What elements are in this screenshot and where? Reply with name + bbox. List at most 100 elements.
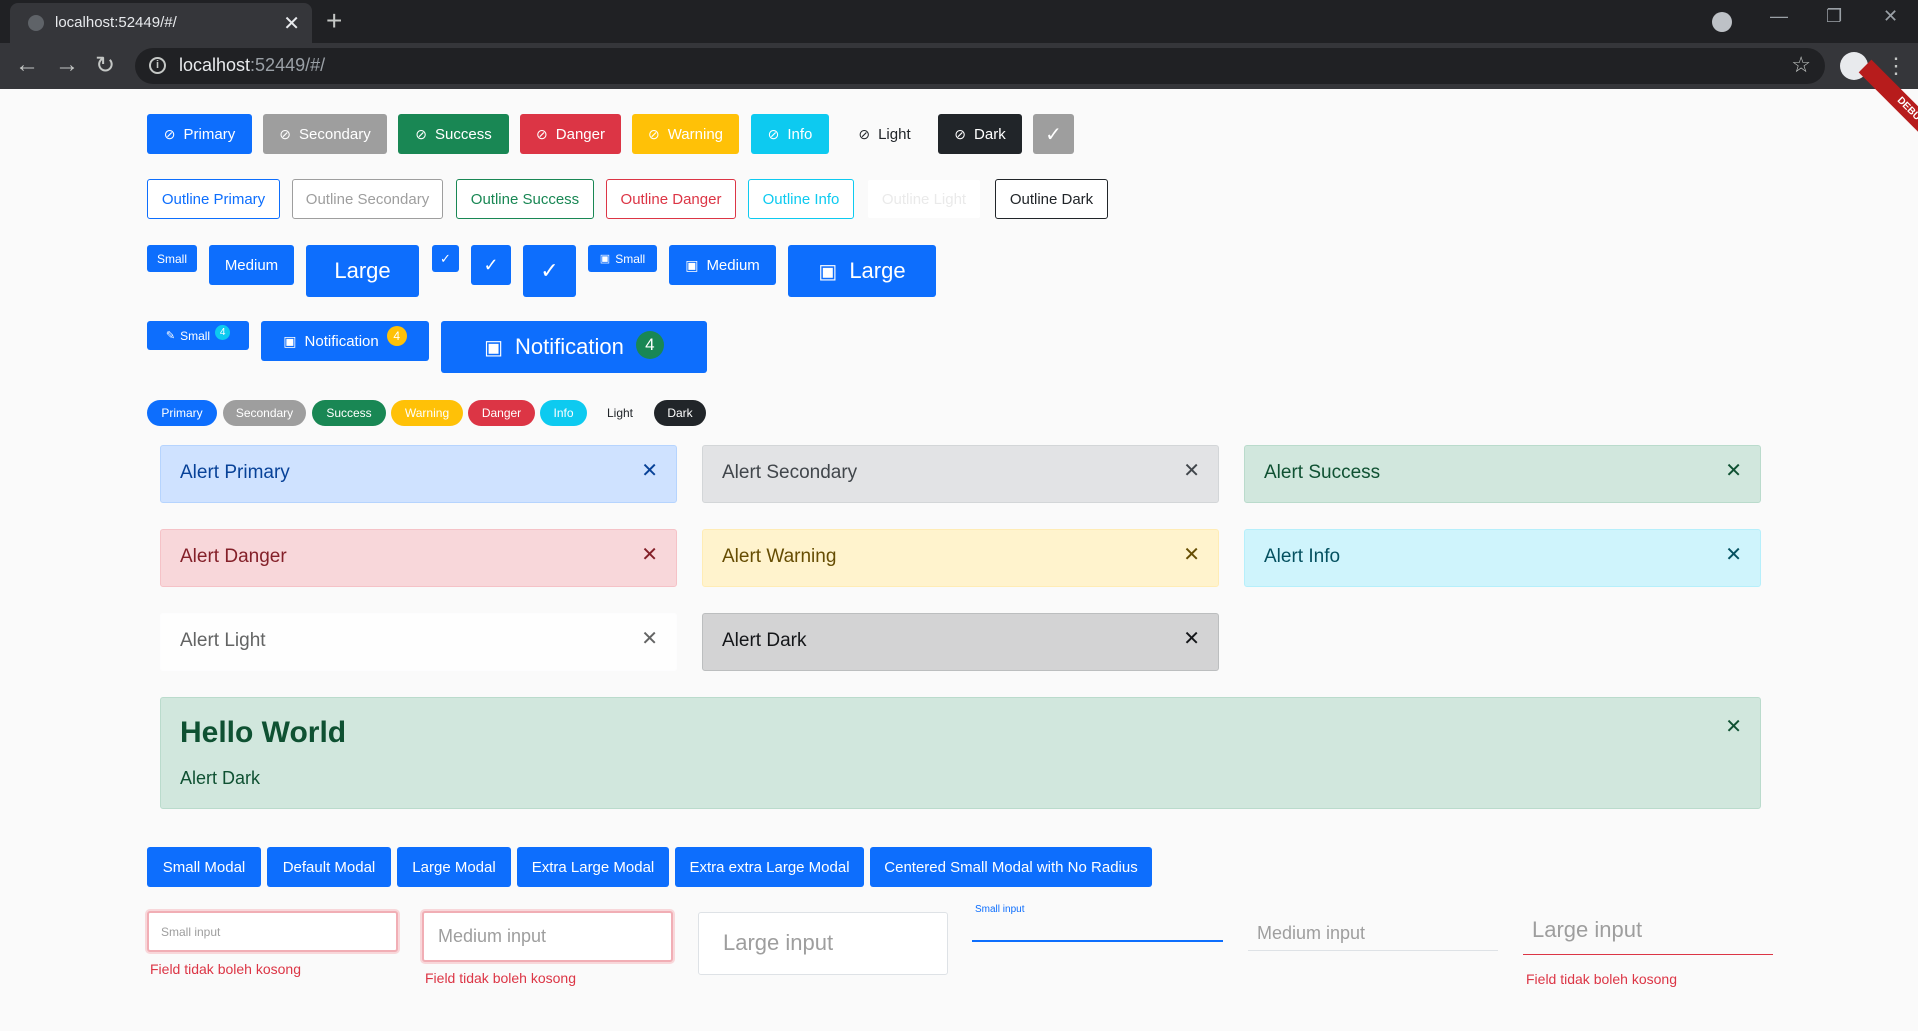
close-icon[interactable]: ✕: [1183, 458, 1200, 483]
underline-medium-input[interactable]: Medium input: [1248, 911, 1498, 951]
block-icon: ⊘: [163, 125, 176, 142]
notification-badge: 4: [386, 326, 407, 346]
alert-primary: Alert Primary ✕: [160, 445, 677, 503]
browser-tab[interactable]: localhost:52449/#/ ✕: [10, 3, 312, 43]
site-info-icon[interactable]: i: [149, 57, 166, 74]
forward-icon[interactable]: →: [55, 51, 79, 79]
outline-primary-button[interactable]: Outline Primary: [147, 179, 280, 219]
block-icon: ⊘: [767, 125, 780, 142]
pencil-icon: ✎: [165, 330, 176, 342]
large-calendar-button[interactable]: ▣ Large: [788, 245, 936, 297]
block-icon: ⊘: [279, 125, 291, 142]
medium-input-placeholder: Medium input: [438, 926, 547, 946]
dark-button[interactable]: ⊘ Dark: [938, 114, 1022, 154]
light-button[interactable]: ⊘ Light: [840, 114, 929, 154]
alert-danger: Alert Danger ✕: [160, 529, 677, 587]
large-modal-button[interactable]: Large Modal: [397, 847, 511, 887]
underline-large-placeholder: Large input: [1532, 917, 1643, 942]
tab-title: localhost:52449/#/: [55, 14, 177, 31]
large-notification-button[interactable]: ▣ Notification 4: [441, 321, 707, 373]
browser-menu-icon[interactable]: ⋮: [1885, 53, 1907, 79]
small-modal-button[interactable]: Small Modal: [147, 847, 261, 887]
warning-button[interactable]: ⊘ Warning: [632, 114, 739, 154]
outline-success-button[interactable]: Outline Success: [456, 179, 594, 219]
primary-button[interactable]: ⊘ Primary: [147, 114, 252, 154]
minimize-icon[interactable]: —: [1770, 6, 1788, 27]
alert-secondary: Alert Secondary ✕: [702, 445, 1219, 503]
pill-primary: Primary: [147, 400, 217, 426]
close-tab-icon[interactable]: ✕: [283, 11, 300, 36]
alert-body: Alert Dark: [180, 768, 261, 788]
large-input[interactable]: Large input: [698, 912, 948, 975]
check-icon: ✓: [440, 250, 451, 266]
outline-info-button[interactable]: Outline Info: [748, 179, 854, 219]
block-icon: ⊘: [858, 125, 871, 142]
url-text: localhost:52449/#/: [179, 55, 326, 75]
close-icon[interactable]: ✕: [1183, 626, 1200, 651]
extra-large-modal-button[interactable]: Extra Large Modal: [517, 847, 669, 887]
pill-dark: Dark: [654, 400, 706, 426]
check-icon: ✓: [540, 258, 559, 283]
medium-button[interactable]: Medium: [209, 245, 294, 285]
close-icon[interactable]: ✕: [1725, 542, 1742, 567]
success-button[interactable]: ⊘ Success: [398, 114, 509, 154]
close-icon[interactable]: ✕: [641, 542, 658, 567]
default-modal-button[interactable]: Default Modal: [267, 847, 391, 887]
block-icon: ⊘: [536, 125, 548, 142]
close-icon[interactable]: ✕: [1183, 542, 1200, 567]
pill-secondary: Secondary: [223, 400, 306, 426]
close-icon[interactable]: ✕: [1725, 458, 1742, 483]
floating-small-input[interactable]: Small input: [972, 904, 1223, 942]
medium-notification-button[interactable]: ▣ Notification 4: [261, 321, 429, 361]
globe-icon: [28, 15, 44, 31]
close-icon[interactable]: ✕: [1725, 714, 1742, 739]
alert-dark: Alert Dark ✕: [702, 613, 1219, 671]
check-button[interactable]: ✓: [1033, 114, 1074, 154]
underline-large-input[interactable]: Large input: [1523, 909, 1773, 955]
alert-heading: Hello World: [180, 716, 347, 749]
extra-extra-large-modal-button[interactable]: Extra extra Large Modal: [675, 847, 864, 887]
browser-tab-strip: localhost:52449/#/ ✕ + — ❐ ✕: [0, 0, 1918, 43]
medium-check-button[interactable]: ✓: [471, 245, 511, 285]
large-input-placeholder: Large input: [723, 930, 834, 955]
back-icon[interactable]: ←: [15, 51, 39, 79]
close-icon[interactable]: ✕: [641, 626, 658, 651]
floating-small-label: Small input: [975, 904, 1025, 915]
small-input-placeholder: Small input: [161, 925, 221, 939]
large-check-button[interactable]: ✓: [523, 245, 576, 297]
address-bar[interactable]: i localhost:52449/#/ ☆: [135, 48, 1825, 84]
small-input[interactable]: Small input: [147, 911, 398, 952]
danger-button[interactable]: ⊘ Danger: [520, 114, 621, 154]
small-check-button[interactable]: ✓: [432, 245, 459, 272]
outline-light-button[interactable]: Outline Light: [867, 179, 981, 219]
medium-calendar-button[interactable]: ▣ Medium: [669, 245, 776, 285]
large-button[interactable]: Large: [306, 245, 419, 297]
pill-danger: Danger: [468, 400, 535, 426]
centered-small-modal-button[interactable]: Centered Small Modal with No Radius: [870, 847, 1152, 887]
restore-icon[interactable]: ❐: [1826, 6, 1842, 27]
block-icon: ⊘: [954, 125, 967, 142]
close-window-icon[interactable]: ✕: [1883, 6, 1898, 27]
info-button[interactable]: ⊘ Info: [751, 114, 829, 154]
small-notification-button[interactable]: ✎ Small 4: [147, 321, 249, 350]
outline-secondary-button[interactable]: Outline Secondary: [292, 179, 443, 219]
close-icon[interactable]: ✕: [641, 458, 658, 483]
block-icon: ⊘: [647, 125, 660, 142]
calendar-icon: ▣: [484, 336, 504, 359]
medium-input[interactable]: Medium input: [422, 911, 673, 962]
block-icon: ⊘: [415, 125, 428, 142]
pill-light: Light: [593, 400, 647, 426]
outline-dark-button[interactable]: Outline Dark: [995, 179, 1108, 219]
alert-warning: Alert Warning ✕: [702, 529, 1219, 587]
small-calendar-button[interactable]: ▣ Small: [588, 245, 657, 272]
tab-search-icon[interactable]: [1712, 12, 1732, 32]
small-button[interactable]: Small: [147, 245, 197, 272]
notification-badge: 4: [215, 325, 231, 340]
secondary-button[interactable]: ⊘ Secondary: [263, 114, 387, 154]
pill-warning: Warning: [391, 400, 463, 426]
reload-icon[interactable]: ↻: [95, 51, 115, 80]
new-tab-icon[interactable]: +: [326, 5, 342, 37]
bookmark-star-icon[interactable]: ☆: [1791, 52, 1811, 78]
alert-light: Alert Light ✕: [160, 613, 677, 671]
outline-danger-button[interactable]: Outline Danger: [606, 179, 736, 219]
